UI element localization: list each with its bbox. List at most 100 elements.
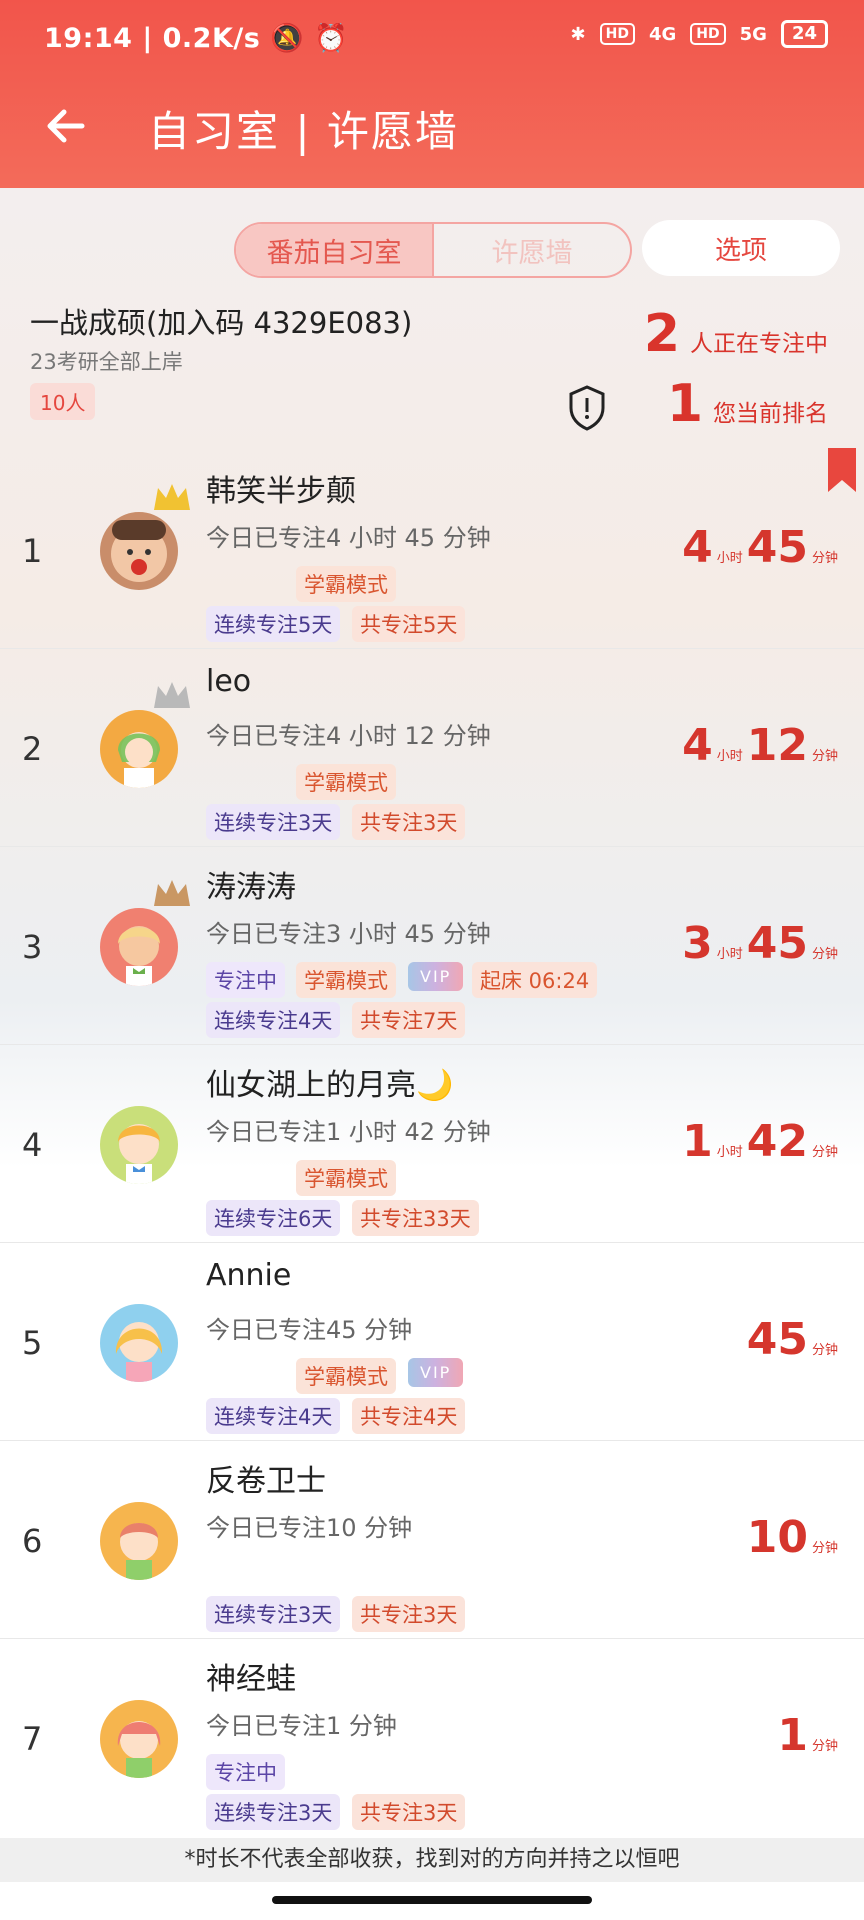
tab-wish-wall[interactable]: 许愿墙 [434,224,630,276]
minutes-unit: 分钟 [811,551,838,566]
total-days-tag: 共专注7天 [352,1002,466,1038]
avatar [100,908,178,986]
hours-unit: 小时 [716,749,743,764]
minutes-value: 45 [746,918,808,969]
rank-number: 4 [22,1126,43,1164]
status-time: 19:14 [44,23,133,54]
focusing-status-tag: 专注中 [206,1754,285,1790]
leaderboard-row[interactable]: 7 神经蛙 今日已专注1 分钟 专注中 连续专注3天 共专注3天 1 分钟 [0,1638,864,1836]
group-subtitle: 23考研全部上岸 [30,350,183,374]
total-days-tag: 共专注33天 [352,1200,479,1236]
leaderboard-row[interactable]: 6 反卷卫士 今日已专注10 分钟 连续专注3天 共专注3天 10 分钟 [0,1440,864,1639]
mode-tag: 学霸模式 [296,1160,396,1196]
focus-time: 1 分钟 [777,1710,842,1761]
focusing-stat: 2 人正在专注中 [644,304,828,364]
battery-indicator: 24 [780,20,828,48]
options-button[interactable]: 选项 [642,220,840,276]
vip-badge: VIP [408,962,464,991]
avatar [100,710,178,788]
focusing-status-tag: 专注中 [206,962,285,998]
hours-unit: 小时 [716,1145,743,1160]
hours-value: 4 [682,720,713,771]
minutes-unit: 分钟 [811,1541,838,1556]
focus-time: 4 小时 12 分钟 [682,720,842,771]
total-days-tag: 共专注3天 [352,1794,466,1830]
rank-number: 3 [22,928,43,966]
alarm-icon: ⏰ [314,23,349,54]
tab-switcher: 番茄自习室 许愿墙 [234,222,632,278]
avatar [100,1700,178,1778]
tab-pomodoro-room[interactable]: 番茄自习室 [236,224,434,276]
bronze-crown-icon [154,880,190,906]
user-name: Annie [206,1258,292,1293]
page-title: 自习室 | 许愿墙 [148,107,459,156]
focusing-label: 人正在专注中 [690,331,828,357]
focus-description: 今日已专注45 分钟 [206,1316,413,1344]
user-name: 仙女湖上的月亮🌙 [206,1068,454,1103]
hours-unit: 小时 [716,551,743,566]
status-bar-left: 19:14 | 0.2K/s 🔕 ⏰ [44,23,349,54]
total-days-tag: 共专注4天 [352,1398,466,1434]
minutes-value: 12 [746,720,808,771]
hd-badge: HD [599,23,635,45]
minutes-value: 45 [746,1314,808,1365]
total-days-tag: 共专注5天 [352,606,466,642]
mode-tag: 学霸模式 [296,764,396,800]
rank-number: 7 [22,1720,43,1758]
avatar [100,1502,178,1580]
focus-description: 今日已专注4 小时 12 分钟 [206,722,491,750]
minutes-unit: 分钟 [811,1343,838,1358]
minutes-value: 45 [746,522,808,573]
status-speed: 0.2K/s [162,23,261,54]
status-bar-right: ✱ HD 4G HD 5G 24 [571,20,828,48]
minutes-unit: 分钟 [811,947,838,962]
signal-5g: 5G [739,23,767,45]
avatar [100,1304,178,1382]
streak-tag: 连续专注4天 [206,1002,341,1038]
signal-4g: 4G [648,23,677,45]
footer-note: *时长不代表全部收获，找到对的方向并持之以恒吧 [0,1838,864,1882]
hours-value: 1 [682,1116,713,1167]
shield-icon[interactable] [566,384,608,432]
focusing-count: 2 [643,304,680,364]
my-rank-stat: 1 您当前排名 [667,374,828,434]
focus-description: 今日已专注10 分钟 [206,1514,413,1542]
streak-tag: 连续专注5天 [206,606,341,642]
minutes-value: 10 [746,1512,808,1563]
member-count-badge[interactable]: 10人 [30,383,96,420]
user-name: 神经蛙 [206,1662,296,1697]
focus-time: 3 小时 45 分钟 [682,918,842,969]
gold-crown-icon [154,484,190,510]
leaderboard-row[interactable]: 2 leo 今日已专注4 小时 12 分钟 学霸模式 连续专注3天 共专注3天 … [0,648,864,847]
rank-number: 5 [22,1324,43,1362]
focus-description: 今日已专注1 分钟 [206,1712,397,1740]
avatar [100,512,178,590]
mode-tag: 学霸模式 [296,566,396,602]
leaderboard-row[interactable]: 4 仙女湖上的月亮🌙 今日已专注1 小时 42 分钟 学霸模式 连续专注6天 共… [0,1044,864,1243]
hours-unit: 小时 [716,947,743,962]
avatar [100,1106,178,1184]
minutes-unit: 分钟 [811,1739,838,1754]
home-indicator[interactable] [272,1896,592,1904]
user-name: 涛涛涛 [206,870,296,905]
back-arrow-icon[interactable] [42,102,90,150]
mode-tag: 学霸模式 [296,1358,396,1394]
leaderboard-row[interactable]: 1 韩笑半步颠 今日已专注4 小时 45 分钟 学霸模式 连续专注5天 共专注5… [0,450,864,649]
mute-icon: 🔕 [270,23,305,54]
minutes-unit: 分钟 [811,1145,838,1160]
streak-tag: 连续专注3天 [206,1794,341,1830]
leaderboard-row[interactable]: 5 Annie 今日已专注45 分钟 学霸模式 VIP 连续专注4天 共专注4天… [0,1242,864,1441]
focus-description: 今日已专注4 小时 45 分钟 [206,524,491,552]
my-rank-value: 1 [666,374,703,434]
user-name: 韩笑半步颠 [206,474,356,509]
leaderboard-row[interactable]: 3 涛涛涛 今日已专注3 小时 45 分钟 专注中 学霸模式 VIP 起床 06… [0,846,864,1045]
rank-number: 6 [22,1522,43,1560]
mode-tag: 学霸模式 [296,962,396,998]
focus-description: 今日已专注3 小时 45 分钟 [206,920,491,948]
hours-value: 4 [682,522,713,573]
group-name: 一战成硕(加入码 4329E083) [30,306,413,340]
total-days-tag: 共专注3天 [352,804,466,840]
my-rank-label: 您当前排名 [713,401,828,427]
focus-description: 今日已专注1 小时 42 分钟 [206,1118,491,1146]
app-header: 19:14 | 0.2K/s 🔕 ⏰ ✱ HD 4G HD 5G 24 自习室 … [0,0,864,188]
